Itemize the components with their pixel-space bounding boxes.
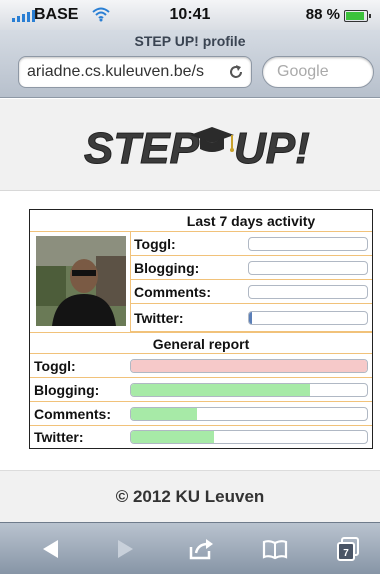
share-icon[interactable]: [188, 537, 214, 561]
general-label: Twitter:: [34, 429, 84, 445]
general-bar: [130, 359, 368, 373]
general-bar: [130, 383, 368, 397]
general-label: Blogging:: [34, 382, 100, 398]
activity-row: Blogging:: [130, 256, 372, 280]
url-text: ariadne.cs.kuleuven.be/s: [27, 63, 204, 80]
activity-row: Toggl:: [130, 232, 372, 256]
activity-bar: [248, 285, 368, 299]
activity-panel: Last 7 days activity Toggl: Blogging: Co…: [29, 209, 373, 449]
general-label: Toggl:: [34, 358, 76, 374]
general-row: Toggl:: [30, 354, 372, 378]
address-bar[interactable]: ariadne.cs.kuleuven.be/s: [18, 56, 252, 88]
battery-icon: [344, 10, 371, 22]
activity-label: Blogging:: [134, 260, 200, 276]
browser-toolbar: 7: [0, 522, 380, 574]
general-label: Comments:: [34, 406, 112, 422]
copyright-text: © 2012 KU Leuven: [115, 487, 265, 506]
page-footer: © 2012 KU Leuven: [0, 470, 380, 522]
general-row: Blogging:: [30, 378, 372, 402]
activity-bar: [248, 311, 368, 325]
status-bar: BASE 10:41 88 %: [0, 0, 380, 30]
activity-label: Twitter:: [134, 310, 184, 326]
bookmarks-icon[interactable]: [262, 537, 288, 561]
activity-label: Toggl:: [134, 236, 176, 252]
avatar: [36, 236, 126, 326]
activity-row: Comments:: [130, 280, 372, 304]
activity-heading: Last 7 days activity: [30, 210, 372, 232]
step-up-logo: STEP UP!: [84, 124, 310, 172]
activity-label: Comments:: [134, 284, 212, 300]
search-placeholder: Google: [277, 63, 329, 80]
logo-band: STEP UP!: [0, 99, 380, 191]
activity-bar: [248, 237, 368, 251]
back-arrow-icon[interactable]: [38, 537, 64, 561]
forward-arrow-icon[interactable]: [112, 537, 138, 561]
logo-text-step: STEP: [84, 124, 200, 171]
general-row: Twitter:: [30, 426, 372, 448]
page-title: STEP UP! profile: [134, 33, 246, 49]
search-input[interactable]: Google: [262, 56, 374, 88]
general-report-heading: General report: [30, 332, 372, 354]
general-bar: [130, 430, 368, 444]
reload-icon[interactable]: [227, 63, 245, 81]
activity-bar: [248, 261, 368, 275]
browser-chrome: STEP UP! profile ariadne.cs.kuleuven.be/…: [0, 30, 380, 98]
general-row: Comments:: [30, 402, 372, 426]
logo-text-up: UP!: [234, 124, 310, 171]
general-bar: [130, 407, 368, 421]
battery-percentage: 88 %: [305, 6, 340, 23]
tab-count: 7: [343, 548, 349, 559]
tabs-icon[interactable]: 7: [336, 537, 362, 561]
activity-row: Twitter:: [130, 304, 372, 332]
